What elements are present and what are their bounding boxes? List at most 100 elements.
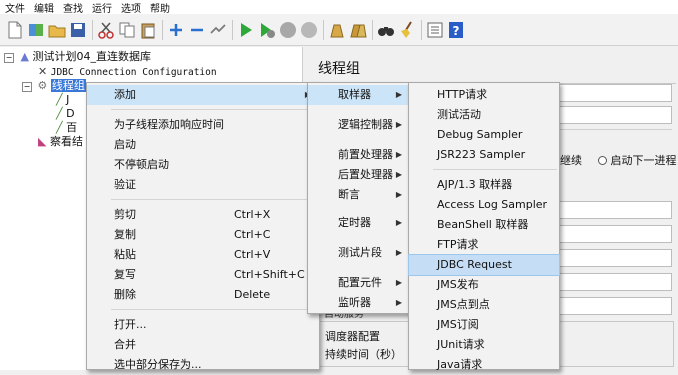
cut-icon[interactable]: [97, 21, 115, 39]
templates-icon[interactable]: [27, 21, 45, 39]
tree-node-label: JDBC Connection Configuration: [50, 67, 217, 78]
menu-search[interactable]: 查找: [63, 0, 83, 15]
menu-item-paste[interactable]: 粘贴 Ctrl+V: [87, 245, 319, 265]
tree-node-jdbc-b[interactable]: ╱ D: [56, 107, 75, 121]
submenu-item-post-processor[interactable]: 后置处理器 ▶: [308, 165, 410, 185]
duration-label: 持续时间（秒）: [325, 348, 402, 361]
menu-item-label: 打开...: [114, 318, 147, 331]
submenu-item-config-element[interactable]: 配置元件 ▶: [308, 273, 410, 293]
menu-item-label: 断言: [338, 188, 360, 201]
sampler-item-jms-subscribe[interactable]: JMS订阅: [409, 315, 559, 335]
menu-item-start-no-pause[interactable]: 不停顿启动: [87, 155, 319, 175]
menu-item-label: 监听器: [338, 296, 371, 309]
sampler-item-test-action[interactable]: 测试活动: [409, 105, 559, 125]
submenu-item-logic-controller[interactable]: 逻辑控制器 ▶: [308, 115, 410, 135]
menu-item-cut[interactable]: 剪切 Ctrl+X: [87, 205, 319, 225]
menu-item-label: 逻辑控制器: [338, 118, 393, 131]
menu-item-start[interactable]: 启动: [87, 135, 319, 155]
menu-item-label: 测试片段: [338, 246, 382, 259]
sampler-item-junit[interactable]: JUnit请求: [409, 335, 559, 355]
delay-input[interactable]: [554, 273, 672, 291]
loop-count-input[interactable]: [554, 249, 672, 267]
menu-item-label: JDBC Request: [437, 258, 512, 271]
threads-input[interactable]: [554, 201, 672, 219]
sampler-item-http[interactable]: HTTP请求: [409, 85, 559, 105]
menu-run[interactable]: 运行: [92, 0, 112, 15]
menu-item-add-think-time[interactable]: 为子线程添加响应时间: [87, 115, 319, 135]
tree-node-results[interactable]: ◣ 察看结: [38, 135, 83, 149]
shutdown-icon[interactable]: [300, 21, 318, 39]
submenu-item-pre-processor[interactable]: 前置处理器 ▶: [308, 145, 410, 165]
menu-item-save-selection[interactable]: 选中部分保存为...: [87, 355, 319, 375]
clear-all-icon[interactable]: [349, 21, 367, 39]
sampler-item-jms-publish[interactable]: JMS发布: [409, 275, 559, 295]
menu-item-copy[interactable]: 复制 Ctrl+C: [87, 225, 319, 245]
chart-icon: ◣: [38, 135, 47, 148]
new-file-icon[interactable]: [6, 21, 24, 39]
start-icon[interactable]: [237, 21, 255, 39]
sampler-item-debug[interactable]: Debug Sampler: [409, 125, 559, 145]
toggle-icon[interactable]: [209, 21, 227, 39]
menu-file[interactable]: 文件: [5, 0, 25, 15]
menu-item-label: 复制: [114, 228, 136, 241]
menu-item-add[interactable]: 添加 ▶: [87, 85, 319, 105]
menu-item-merge[interactable]: 合并: [87, 335, 319, 355]
sampler-item-beanshell[interactable]: BeanShell 取样器: [409, 215, 559, 235]
tree-node-jdbc-config[interactable]: ✕ JDBC Connection Configuration: [38, 65, 217, 79]
menu-item-duplicate[interactable]: 复写 Ctrl+Shift+C: [87, 265, 319, 285]
ramp-up-input[interactable]: [554, 225, 672, 243]
submenu-item-sampler[interactable]: 取样器 ▶: [308, 85, 410, 105]
submenu-item-assertion[interactable]: 断言 ▶: [308, 185, 410, 205]
submenu-arrow-icon: ▶: [395, 190, 402, 199]
menu-options[interactable]: 选项: [121, 0, 141, 15]
save-icon[interactable]: [69, 21, 87, 39]
tree-node-c[interactable]: ╱ 百: [56, 121, 77, 135]
menu-item-label: AJP/1.3 取样器: [437, 178, 513, 191]
tree-node-jdbc-a[interactable]: ╱ J: [56, 93, 69, 107]
start-no-pause-icon[interactable]: [258, 21, 276, 39]
next-loop-option[interactable]: 启动下一进程: [597, 154, 677, 167]
menu-item-label: 不停顿启动: [114, 158, 169, 171]
menu-item-label: JMS发布: [437, 278, 479, 291]
menu-item-shortcut: Ctrl+V: [234, 248, 271, 261]
sampler-item-jms-p2p[interactable]: JMS点到点: [409, 295, 559, 315]
menu-edit[interactable]: 编辑: [34, 0, 54, 15]
open-folder-icon[interactable]: [48, 21, 66, 39]
broom-icon[interactable]: [398, 21, 416, 39]
sampler-item-access-log[interactable]: Access Log Sampler: [409, 195, 559, 215]
stop-icon[interactable]: [279, 21, 297, 39]
sampler-item-java[interactable]: Java请求: [409, 355, 559, 375]
clear-icon[interactable]: [328, 21, 346, 39]
function-list-icon[interactable]: [426, 21, 444, 39]
continue-label[interactable]: 继续: [560, 154, 582, 167]
paste-icon[interactable]: [139, 21, 157, 39]
comments-input[interactable]: [554, 106, 672, 124]
submenu-item-test-fragment[interactable]: 测试片段 ▶: [308, 243, 410, 263]
menu-item-delete[interactable]: 删除 Delete: [87, 285, 319, 305]
duration-input[interactable]: [554, 297, 672, 315]
help-icon[interactable]: ?: [447, 21, 465, 39]
menu-item-label: 验证: [114, 178, 136, 191]
collapse-toggle-icon[interactable]: −: [4, 53, 14, 63]
binoculars-icon[interactable]: [377, 21, 395, 39]
submenu-item-timer[interactable]: 定时器 ▶: [308, 213, 410, 233]
sampler-item-jsr223[interactable]: JSR223 Sampler: [409, 145, 559, 165]
tree-node-test-plan[interactable]: − ▲ 测试计划04_直连数据库: [4, 50, 151, 64]
collapse-icon[interactable]: [188, 21, 206, 39]
tree-node-thread-group[interactable]: − ⚙ 线程组: [22, 79, 86, 93]
menu-item-validate[interactable]: 验证: [87, 175, 319, 195]
menu-help[interactable]: 帮助: [150, 0, 170, 15]
menu-item-label: 定时器: [338, 216, 371, 229]
sampler-item-ajp[interactable]: AJP/1.3 取样器: [409, 175, 559, 195]
menu-item-open[interactable]: 打开...: [87, 315, 319, 335]
sampler-item-ftp[interactable]: FTP请求: [409, 235, 559, 255]
copy-icon[interactable]: [118, 21, 136, 39]
menu-item-label: 粘贴: [114, 248, 136, 261]
pipette-icon: ╱: [56, 107, 63, 120]
sampler-item-jdbc-request[interactable]: JDBC Request: [408, 254, 560, 276]
name-input[interactable]: [554, 84, 672, 102]
expand-icon[interactable]: [167, 21, 185, 39]
submenu-item-listener[interactable]: 监听器 ▶: [308, 293, 410, 313]
collapse-toggle-icon[interactable]: −: [22, 82, 32, 92]
menu-item-label: 添加: [114, 88, 136, 101]
